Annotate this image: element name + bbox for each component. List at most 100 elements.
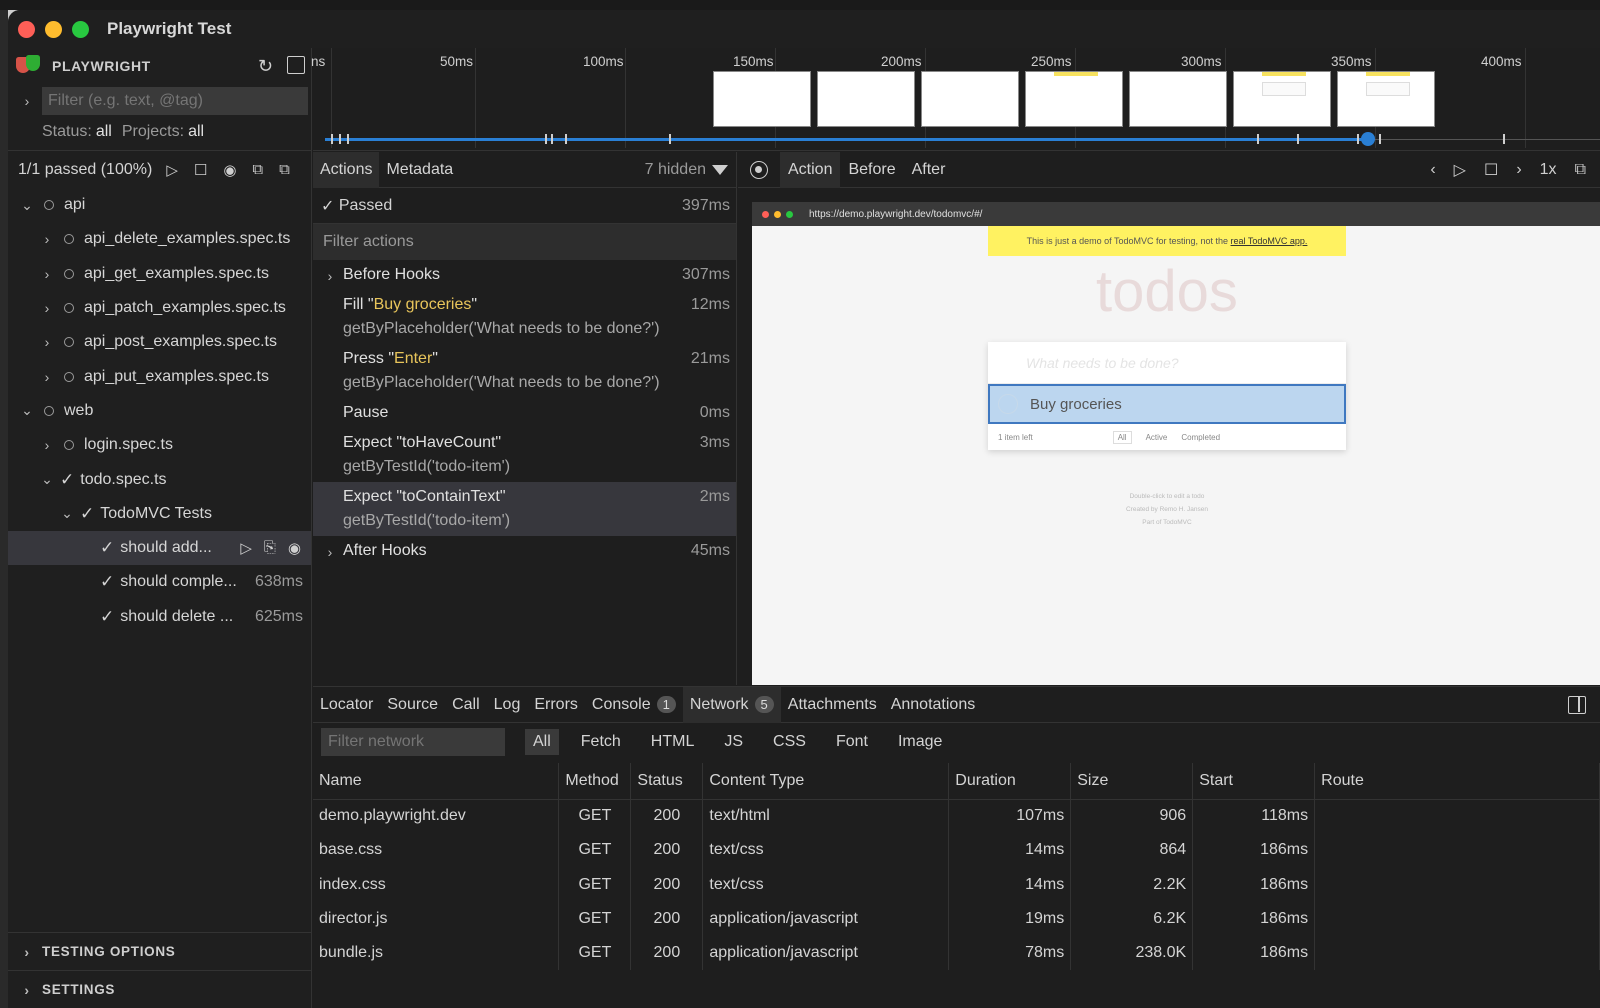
tree-item[interactable]: › api_post_examples.spec.ts	[8, 325, 311, 359]
testing-options-section[interactable]: › TESTING OPTIONS	[8, 932, 312, 970]
close-window-button[interactable]	[18, 20, 35, 38]
stop-icon[interactable]: ☐	[1484, 160, 1498, 180]
chevron-down-icon[interactable]: ⌄	[58, 505, 76, 522]
filter-all[interactable]: All	[1112, 430, 1132, 444]
screenshot-thumbnail[interactable]	[713, 71, 811, 127]
run-all-icon[interactable]: ▷	[166, 161, 178, 179]
chevron-right-icon[interactable]: ›	[321, 268, 339, 284]
chevron-right-icon[interactable]: ›	[38, 437, 56, 453]
filter-type-css[interactable]: CSS	[765, 729, 814, 755]
zoom-window-button[interactable]	[72, 20, 89, 38]
column-header[interactable]: Start	[1192, 763, 1316, 800]
chevron-left-icon[interactable]: ‹	[1430, 161, 1435, 179]
action-item[interactable]: Expect "toContainText" 2ms getByTestId('to…	[313, 482, 736, 536]
screenshot-thumbnail[interactable]	[1337, 71, 1435, 127]
tab-source[interactable]: Source	[380, 687, 445, 723]
column-header[interactable]: Content Type	[702, 763, 950, 800]
timeline-scrubber-handle[interactable]	[1361, 132, 1375, 146]
tree-item[interactable]: › api_patch_examples.spec.ts	[8, 291, 311, 325]
tree-item[interactable]: ⌄ web	[8, 394, 311, 428]
column-header[interactable]: Duration	[948, 763, 1072, 800]
column-header[interactable]: Name	[313, 763, 560, 800]
settings-section[interactable]: › SETTINGS	[8, 970, 312, 1008]
tab-action[interactable]: Action	[780, 151, 841, 188]
todo-item[interactable]: Buy groceries	[988, 384, 1346, 424]
filter-type-image[interactable]: Image	[890, 729, 950, 755]
action-item[interactable]: Press "Enter" 21ms getByPlaceholder('What …	[313, 344, 736, 398]
tab-log[interactable]: Log	[487, 687, 528, 723]
split-view-icon[interactable]	[1568, 695, 1586, 714]
network-filter-input[interactable]	[321, 728, 505, 756]
chevron-down-icon[interactable]: ⌄	[38, 471, 56, 488]
chevron-right-icon[interactable]: ›	[1516, 161, 1521, 179]
column-header[interactable]: Method	[558, 763, 632, 800]
chevron-right-icon[interactable]: ›	[321, 544, 339, 560]
hidden-actions-filter[interactable]: 7 hidden	[645, 161, 728, 179]
collapse-all-icon[interactable]: ⧉	[252, 161, 263, 178]
tab-attachments[interactable]: Attachments	[781, 687, 884, 723]
test-filter-input[interactable]	[42, 87, 308, 115]
tab-annotations[interactable]: Annotations	[884, 687, 983, 723]
status-value[interactable]: all	[96, 123, 112, 141]
tree-item[interactable]: › api_get_examples.spec.ts	[8, 257, 311, 291]
projects-value[interactable]: all	[188, 123, 204, 141]
banner-link[interactable]: real TodoMVC app.	[1231, 236, 1308, 246]
chevron-down-icon[interactable]: ⌄	[18, 402, 36, 419]
reload-icon[interactable]: ↻	[258, 56, 273, 77]
tab-after[interactable]: After	[904, 152, 954, 188]
column-header[interactable]: Route	[1314, 763, 1600, 800]
speed-selector[interactable]: 1x	[1540, 161, 1557, 179]
chevron-down-icon[interactable]: ⌄	[18, 197, 36, 214]
tree-item[interactable]: › api_delete_examples.spec.ts	[8, 222, 311, 256]
column-header[interactable]: Status	[630, 763, 704, 800]
tree-item[interactable]: ✓ should add... ▷ ⎘ ◉	[8, 530, 311, 566]
play-icon[interactable]: ▷	[1454, 160, 1466, 180]
filter-type-font[interactable]: Font	[828, 729, 876, 755]
open-source-icon[interactable]: ⎘	[264, 539, 276, 557]
action-item[interactable]: Fill "Buy groceries" 12ms getByPlaceholder…	[313, 290, 736, 344]
column-header[interactable]: Size	[1070, 763, 1194, 800]
stop-icon[interactable]: ☐	[194, 161, 207, 179]
tree-item[interactable]: ✓ should delete ... 625ms	[8, 600, 311, 634]
screenshot-thumbnail[interactable]	[1129, 71, 1227, 127]
filter-actions-input[interactable]: Filter actions	[313, 224, 736, 260]
filter-active[interactable]: Active	[1146, 433, 1168, 442]
new-todo-input[interactable]: What needs to be done?	[988, 342, 1346, 384]
screenshot-thumbnail[interactable]	[817, 71, 915, 127]
chevron-right-icon[interactable]: ›	[38, 334, 56, 350]
minimize-window-button[interactable]	[45, 20, 62, 38]
screenshot-thumbnail[interactable]	[1025, 71, 1123, 127]
screenshot-thumbnail[interactable]	[921, 71, 1019, 127]
watch-icon[interactable]: ◉	[223, 161, 236, 179]
chevron-right-icon[interactable]: ›	[38, 231, 56, 247]
tree-item[interactable]: › api_put_examples.spec.ts	[8, 359, 311, 393]
action-item[interactable]: › Before Hooks 307ms	[313, 260, 736, 290]
table-row[interactable]: demo.playwright.dev GET 200 text/html 107ms 9…	[313, 799, 1600, 834]
filter-type-fetch[interactable]: Fetch	[573, 729, 629, 755]
tab-console[interactable]: Console 1	[585, 687, 683, 723]
chevron-right-icon[interactable]: ›	[38, 300, 56, 316]
tree-item[interactable]: ✓ should comple... 638ms	[8, 565, 311, 599]
pick-locator-icon[interactable]	[750, 160, 768, 179]
tab-call[interactable]: Call	[445, 687, 487, 723]
filter-completed[interactable]: Completed	[1181, 433, 1220, 442]
expand-all-icon[interactable]: ⧉	[279, 161, 290, 178]
table-row[interactable]: base.css GET 200 text/css 14ms 864 186ms	[313, 833, 1600, 868]
tree-item[interactable]: ⌄ ✓ todo.spec.ts	[8, 462, 311, 496]
filter-type-html[interactable]: HTML	[643, 729, 703, 755]
todo-toggle[interactable]	[998, 394, 1018, 414]
trace-timeline[interactable]: ns 50ms 100ms 150ms 200ms 250ms 300ms 35…	[311, 48, 1600, 151]
tree-item[interactable]: ⌄ ✓ TodoMVC Tests	[8, 497, 311, 531]
watch-icon[interactable]: ◉	[288, 539, 301, 557]
chevron-right-icon[interactable]: ›	[38, 369, 56, 385]
screenshot-thumbnail[interactable]	[1233, 71, 1331, 127]
tree-item[interactable]: › login.spec.ts	[8, 428, 311, 462]
tree-item[interactable]: ⌄ api	[8, 188, 311, 222]
chevron-right-icon[interactable]: ›	[18, 93, 36, 109]
filter-type-all[interactable]: All	[525, 729, 559, 755]
action-item[interactable]: Expect "toHaveCount" 3ms getByTestId('todo…	[313, 428, 736, 482]
tab-before[interactable]: Before	[840, 152, 903, 188]
action-item[interactable]: Pause 0ms	[313, 398, 736, 428]
terminal-icon[interactable]	[287, 55, 305, 74]
tab-actions[interactable]: Actions	[313, 151, 380, 188]
